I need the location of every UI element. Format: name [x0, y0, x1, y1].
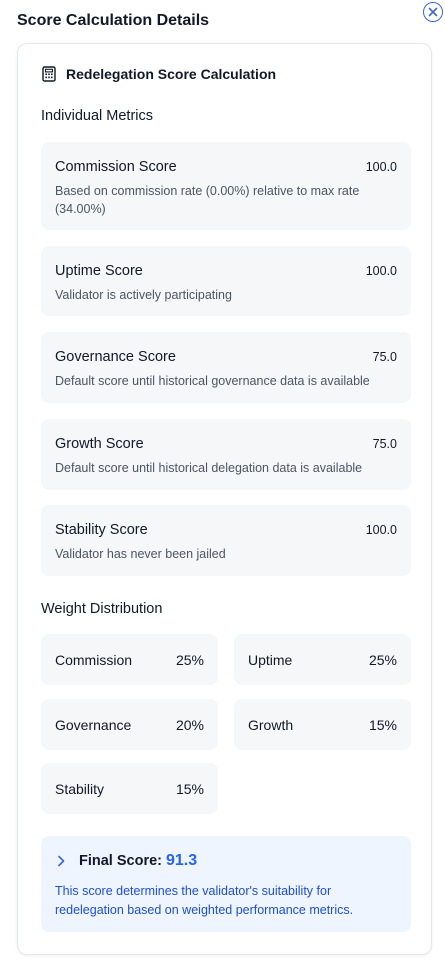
- close-button[interactable]: [423, 2, 443, 22]
- calculator-icon: [42, 66, 56, 82]
- metric-name: Growth Score: [55, 436, 144, 452]
- final-score-description: This score determines the validator's su…: [55, 884, 354, 917]
- metric-description: Default score until historical governanc…: [55, 374, 370, 388]
- weight-value: 25%: [368, 651, 397, 668]
- weight-governance: Governance 20%: [41, 699, 218, 750]
- weight-name: Growth: [248, 716, 294, 733]
- weight-value: 15%: [368, 716, 397, 733]
- metric-name: Governance Score: [55, 349, 176, 365]
- final-score-toggle[interactable]: Final Score: 91.3: [57, 852, 197, 870]
- metric-value: 100.0: [365, 523, 397, 537]
- metric-value: 100.0: [365, 264, 397, 278]
- metric-governance: Governance Score 75.0 Default score unti…: [41, 332, 411, 403]
- weight-growth: Growth 15%: [234, 699, 411, 750]
- weight-name: Governance: [55, 716, 132, 733]
- weight-value: 25%: [175, 651, 204, 668]
- metric-value: 75.0: [372, 350, 397, 364]
- metric-description: Based on commission rate (0.00%) relativ…: [55, 184, 360, 216]
- metric-growth: Growth Score 75.0 Default score until hi…: [41, 419, 411, 490]
- chevron-right-icon: [58, 855, 65, 867]
- close-icon: [428, 7, 438, 17]
- card-header: Redelegation Score Calculation: [42, 66, 276, 82]
- metric-commission: Commission Score 100.0 Based on commissi…: [41, 142, 411, 230]
- dialog-title: Score Calculation Details: [17, 12, 210, 29]
- metric-name: Stability Score: [55, 522, 148, 538]
- metric-value: 100.0: [365, 160, 397, 174]
- weight-value: 20%: [175, 716, 204, 733]
- weight-commission: Commission 25%: [41, 634, 218, 685]
- weight-uptime: Uptime 25%: [234, 634, 411, 685]
- final-score-value: 91.3: [166, 852, 198, 869]
- final-score-panel: Final Score: 91.3 This score determines t…: [41, 836, 411, 932]
- metric-description: Validator has never been jailed: [55, 547, 226, 561]
- weight-name: Commission: [55, 651, 133, 668]
- final-score-label: Final Score:: [79, 853, 162, 869]
- weight-value: 15%: [175, 780, 204, 797]
- metric-uptime: Uptime Score 100.0 Validator is actively…: [41, 246, 411, 316]
- score-card: Redelegation Score Calculation Individua…: [17, 43, 432, 955]
- metric-description: Default score until historical delegatio…: [55, 461, 363, 475]
- metric-name: Commission Score: [55, 159, 177, 175]
- individual-metrics-heading: Individual Metrics: [41, 108, 154, 124]
- weight-name: Uptime: [248, 651, 293, 668]
- metric-description: Validator is actively participating: [55, 288, 232, 302]
- weight-name: Stability: [55, 780, 105, 797]
- metric-name: Uptime Score: [55, 263, 143, 279]
- metric-stability: Stability Score 100.0 Validator has neve…: [41, 505, 411, 576]
- card-title: Redelegation Score Calculation: [66, 66, 277, 82]
- weight-distribution-heading: Weight Distribution: [41, 601, 163, 617]
- weight-stability: Stability 15%: [41, 763, 218, 814]
- metric-value: 75.0: [372, 437, 397, 451]
